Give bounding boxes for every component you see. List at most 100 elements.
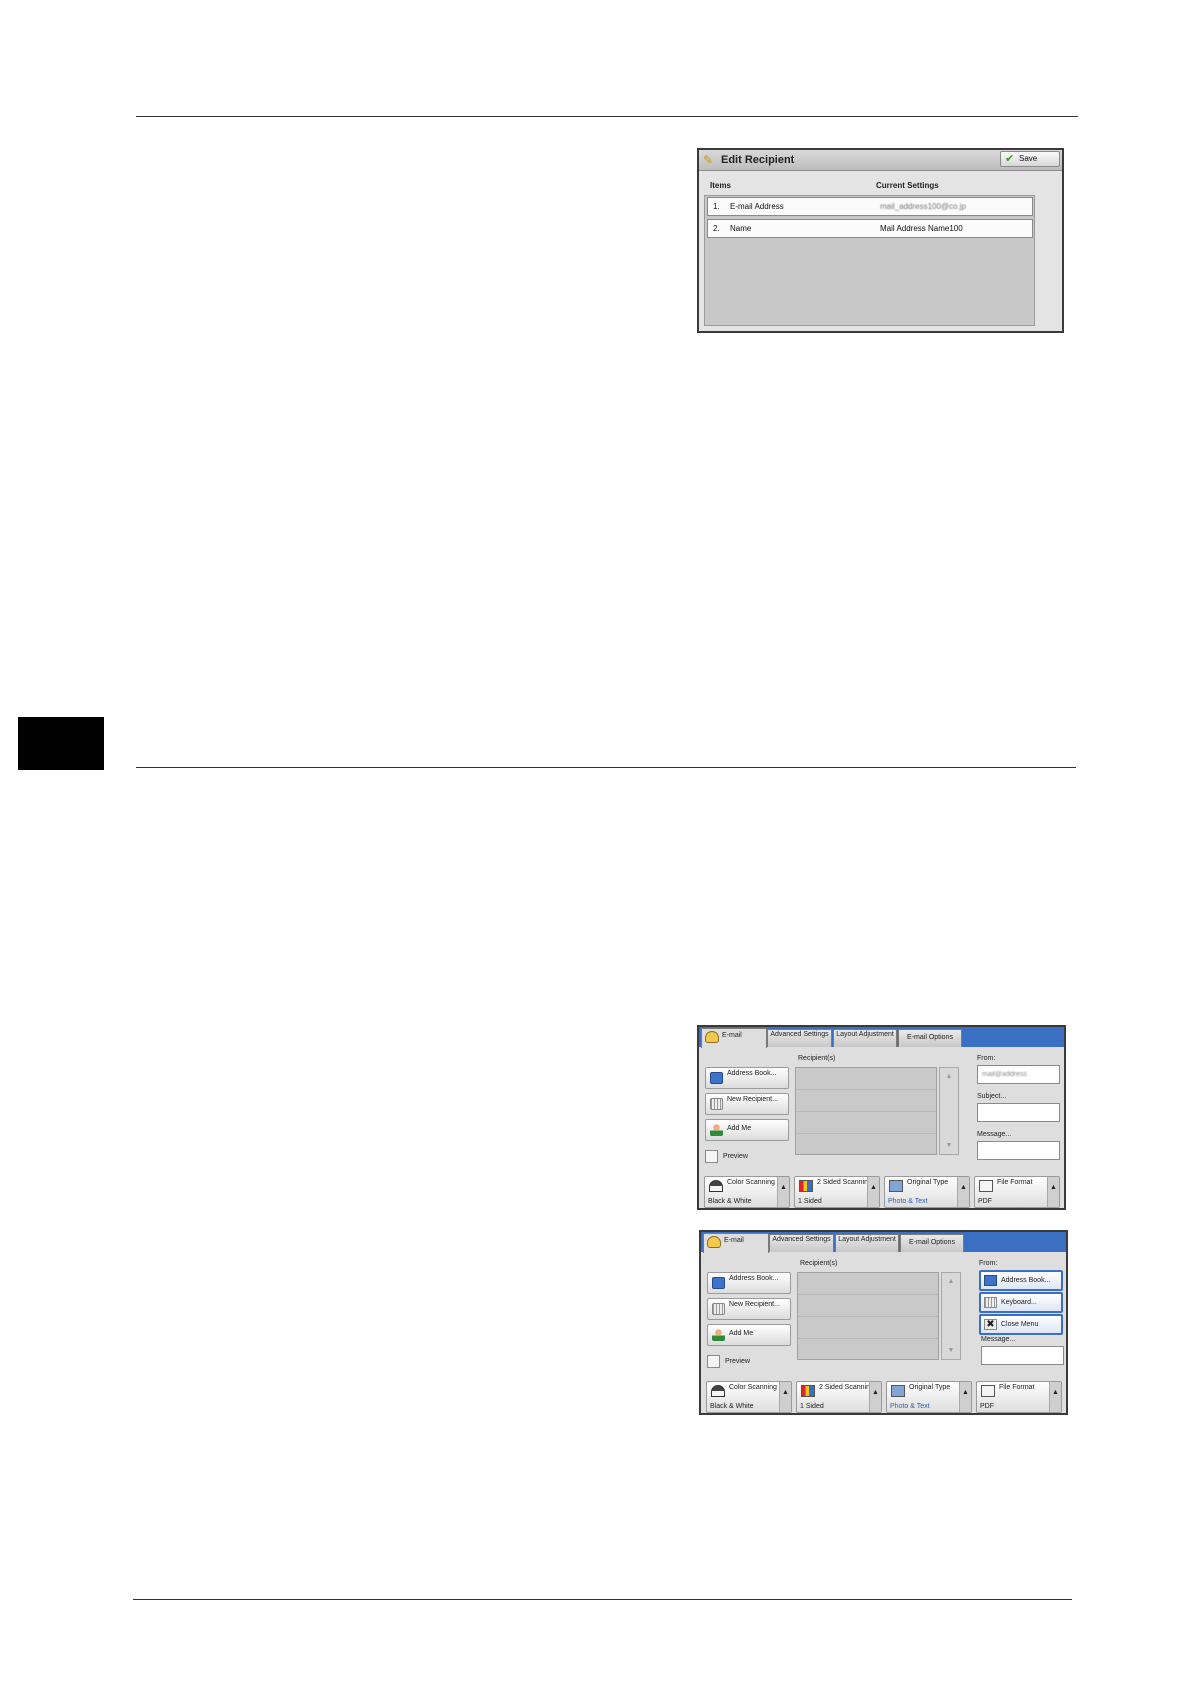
- from-field[interactable]: mail@address: [977, 1065, 1060, 1084]
- from-keyboard-button[interactable]: Keyboard...: [979, 1292, 1063, 1313]
- two-sided-scanning-button[interactable]: 2 Sided Scanning 1 Sided ▲: [794, 1176, 880, 1208]
- two-sided-scanning-button[interactable]: 2 Sided Scanning 1 Sided ▲: [796, 1381, 882, 1413]
- from-value: mail@address: [982, 1071, 1027, 1078]
- keyboard-icon: [984, 1297, 997, 1308]
- expand-icon[interactable]: ▲: [779, 1382, 791, 1412]
- feature-value: Photo & Text: [888, 1198, 928, 1205]
- expand-icon[interactable]: ▲: [869, 1382, 881, 1412]
- expand-icon[interactable]: ▲: [777, 1177, 789, 1207]
- from-address-book-button[interactable]: Address Book...: [979, 1270, 1063, 1291]
- expand-icon[interactable]: ▲: [957, 1177, 969, 1207]
- email-icon: [705, 1031, 719, 1043]
- items-column-header: Items: [710, 181, 731, 190]
- expand-icon[interactable]: ▲: [1049, 1382, 1061, 1412]
- scroll-up-icon[interactable]: ▲: [940, 1073, 958, 1080]
- tab-advanced-settings[interactable]: Advanced Settings: [769, 1234, 834, 1252]
- tab-bar: E-mail Advanced Settings Layout Adjustme…: [701, 1232, 1066, 1253]
- tab-email[interactable]: E-mail: [701, 1028, 767, 1048]
- two-sided-icon: [799, 1180, 813, 1192]
- new-recipient-label: New Recipient...: [727, 1096, 778, 1103]
- preview-checkbox[interactable]: [705, 1150, 718, 1163]
- menu-label: Close Menu: [1001, 1321, 1039, 1328]
- expand-icon[interactable]: ▲: [959, 1382, 971, 1412]
- close-menu-button[interactable]: ✖ Close Menu: [979, 1314, 1063, 1335]
- preview-label: Preview: [723, 1153, 748, 1160]
- title-bar: ✎ Edit Recipient ✔ Save: [699, 150, 1062, 171]
- tab-layout-adjustment[interactable]: Layout Adjustment: [835, 1234, 899, 1252]
- add-me-label: Add Me: [727, 1125, 752, 1132]
- original-type-button[interactable]: Original Type Photo & Text ▲: [884, 1176, 970, 1208]
- feature-title: File Format: [999, 1384, 1035, 1391]
- recipients-label: Recipient(s): [798, 1055, 836, 1062]
- recipient-list[interactable]: [795, 1067, 937, 1155]
- row-item: Name: [730, 224, 752, 233]
- tab-label: E-mail: [722, 1032, 742, 1039]
- item-row-email-address[interactable]: 1. E-mail Address mail_address100@co.jp: [707, 197, 1033, 216]
- feature-value: PDF: [980, 1403, 994, 1410]
- email-screen-from-menu: E-mail Advanced Settings Layout Adjustme…: [699, 1230, 1068, 1415]
- header-rule: [136, 116, 1078, 117]
- feature-value: Photo & Text: [890, 1403, 930, 1410]
- subject-field[interactable]: [977, 1103, 1060, 1122]
- tab-email[interactable]: E-mail: [703, 1233, 769, 1253]
- feature-title: 2 Sided Scanning: [819, 1384, 874, 1391]
- recipient-scrollbar[interactable]: ▲ ▼: [939, 1067, 959, 1155]
- file-format-button[interactable]: File Format PDF ▲: [974, 1176, 1060, 1208]
- file-format-button[interactable]: File Format PDF ▲: [976, 1381, 1062, 1413]
- tab-advanced-settings[interactable]: Advanced Settings: [767, 1029, 832, 1047]
- feature-title: Color Scanning: [727, 1179, 775, 1186]
- expand-icon[interactable]: ▲: [1047, 1177, 1059, 1207]
- recipient-list[interactable]: [797, 1272, 939, 1360]
- screen-title: Edit Recipient: [721, 154, 795, 166]
- message-field[interactable]: [981, 1346, 1064, 1365]
- row-value: mail_address100@co.jp: [880, 202, 966, 211]
- person-icon: [712, 1329, 725, 1341]
- from-label: From:: [977, 1055, 996, 1062]
- color-scanning-button[interactable]: Color Scanning Black & White ▲: [706, 1381, 792, 1413]
- feature-value: Black & White: [710, 1403, 754, 1410]
- color-scanning-button[interactable]: Color Scanning Black & White ▲: [704, 1176, 790, 1208]
- address-book-button[interactable]: Address Book...: [705, 1067, 789, 1089]
- row-number: 1.: [713, 202, 720, 211]
- feature-title: Original Type: [907, 1179, 949, 1186]
- feature-title: 2 Sided Scanning: [817, 1179, 872, 1186]
- items-list: 1. E-mail Address mail_address100@co.jp …: [704, 195, 1035, 326]
- email-screen: E-mail Advanced Settings Layout Adjustme…: [697, 1025, 1066, 1210]
- feature-value: PDF: [978, 1198, 992, 1205]
- item-row-name[interactable]: 2. Name Mail Address Name100: [707, 219, 1033, 238]
- feature-value: Black & White: [708, 1198, 752, 1205]
- address-book-icon: [710, 1072, 723, 1084]
- menu-label: Address Book...: [1001, 1277, 1051, 1284]
- original-type-icon: [891, 1385, 905, 1397]
- subject-label: Subject...: [977, 1093, 1007, 1100]
- message-label: Message...: [977, 1131, 1012, 1138]
- file-format-icon: [979, 1180, 993, 1192]
- tab-email-options[interactable]: E-mail Options: [898, 1029, 962, 1047]
- save-button[interactable]: ✔ Save: [1000, 151, 1060, 167]
- section-rule: [136, 767, 1076, 768]
- file-format-icon: [981, 1385, 995, 1397]
- address-book-button[interactable]: Address Book...: [707, 1272, 791, 1294]
- new-recipient-button[interactable]: New Recipient...: [707, 1298, 791, 1320]
- color-scanning-icon: [711, 1385, 725, 1397]
- tab-email-options[interactable]: E-mail Options: [900, 1234, 964, 1252]
- new-recipient-button[interactable]: New Recipient...: [705, 1093, 789, 1115]
- recipient-scrollbar[interactable]: ▲ ▼: [941, 1272, 961, 1360]
- recipients-label: Recipient(s): [800, 1260, 838, 1267]
- message-field[interactable]: [977, 1141, 1060, 1160]
- email-icon: [707, 1236, 721, 1248]
- row-item: E-mail Address: [730, 202, 784, 211]
- two-sided-icon: [801, 1385, 815, 1397]
- scroll-down-icon[interactable]: ▼: [942, 1347, 960, 1354]
- tab-layout-adjustment[interactable]: Layout Adjustment: [833, 1029, 897, 1047]
- save-label: Save: [1019, 154, 1038, 163]
- expand-icon[interactable]: ▲: [867, 1177, 879, 1207]
- original-type-button[interactable]: Original Type Photo & Text ▲: [886, 1381, 972, 1413]
- scroll-down-icon[interactable]: ▼: [940, 1142, 958, 1149]
- scroll-up-icon[interactable]: ▲: [942, 1278, 960, 1285]
- add-me-button[interactable]: Add Me: [707, 1324, 791, 1346]
- footer-rule: [133, 1599, 1072, 1600]
- add-me-button[interactable]: Add Me: [705, 1119, 789, 1141]
- preview-checkbox[interactable]: [707, 1355, 720, 1368]
- new-recipient-label: New Recipient...: [729, 1301, 780, 1308]
